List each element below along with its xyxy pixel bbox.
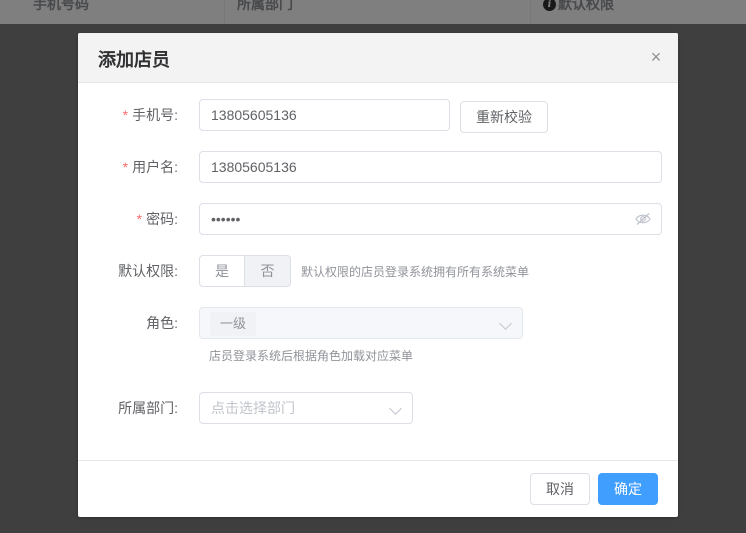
phone-input[interactable]: 13805605136 <box>199 99 450 131</box>
required-mark: * <box>122 107 129 123</box>
close-icon[interactable]: × <box>648 48 664 66</box>
role-select: 一级 <box>199 307 523 339</box>
password-label-text: 密码: <box>146 211 178 227</box>
permission-option-yes[interactable]: 是 <box>199 255 245 287</box>
required-mark: * <box>136 211 143 227</box>
username-label-text: 用户名: <box>132 159 178 175</box>
chevron-down-icon <box>389 402 402 415</box>
add-staff-dialog: 添加店员 × * 手机号: 13805605136 重新校验 * 用户名: 1380… <box>78 33 678 517</box>
cancel-button[interactable]: 取消 <box>530 473 590 505</box>
dialog-header: 添加店员 × <box>78 33 678 83</box>
footer-divider <box>78 460 678 461</box>
phone-label-text: 手机号: <box>132 107 178 123</box>
confirm-button[interactable]: 确定 <box>598 473 658 505</box>
department-select[interactable]: 点击选择部门 <box>199 392 413 424</box>
department-placeholder: 点击选择部门 <box>211 400 295 416</box>
role-label: 角色: <box>146 315 178 331</box>
department-label: 所属部门: <box>118 400 178 416</box>
username-label: * 用户名: <box>123 151 178 183</box>
password-label: * 密码: <box>137 203 178 235</box>
default-permission-label: 默认权限: <box>118 263 178 279</box>
password-input[interactable]: •••••• <box>199 203 662 235</box>
eye-off-icon[interactable] <box>635 212 651 226</box>
recheck-button[interactable]: 重新校验 <box>460 101 548 133</box>
role-hint: 店员登录系统后根据角色加载对应菜单 <box>209 349 414 363</box>
phone-label: * 手机号: <box>123 99 178 131</box>
default-permission-hint: 默认权限的店员登录系统拥有所有系统菜单 <box>301 265 530 279</box>
chevron-down-icon <box>499 317 512 330</box>
role-tag: 一级 <box>210 312 257 336</box>
password-value: •••••• <box>211 211 241 227</box>
dialog-title: 添加店员 <box>98 50 170 70</box>
default-permission-radio-group: 是 否 <box>199 255 291 287</box>
username-input[interactable]: 13805605136 <box>199 151 662 183</box>
permission-option-no[interactable]: 否 <box>245 255 291 287</box>
required-mark: * <box>122 159 129 175</box>
